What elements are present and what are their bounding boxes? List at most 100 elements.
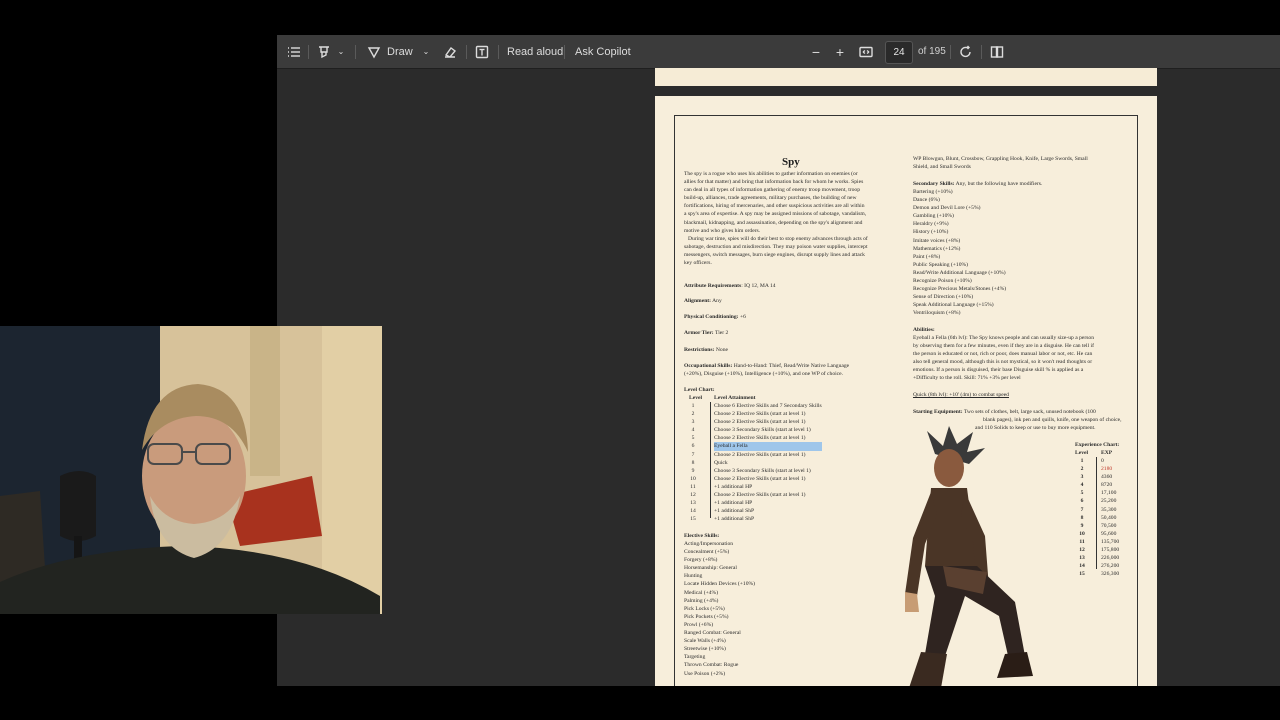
exp-value: 25,200: [1101, 498, 1117, 505]
secondary-skill: Demon and Devil Lore (+5%): [913, 205, 981, 212]
fit-page-icon[interactable]: [858, 35, 874, 68]
level-attainment: Choose 2 Elective Skills (start at level…: [714, 475, 806, 482]
attribute-requirements: Attribute Requirements: IQ 12, MA 14: [684, 283, 776, 289]
level-number: 7: [691, 451, 695, 458]
ability-line: Eyeball a Fella (6th lvl): The Spy knows…: [913, 335, 1095, 341]
page-number-input[interactable]: 24: [885, 41, 913, 64]
read-aloud-button[interactable]: Read aloud: [507, 35, 563, 68]
secondary-skill: Sense of Direction (+10%): [913, 294, 974, 301]
level-number: 15: [690, 516, 696, 523]
highlight-icon[interactable]: [315, 35, 333, 68]
level-number: 2: [691, 411, 695, 418]
elective-skill: Streetwise (+10%): [684, 646, 726, 653]
exp-level-list: 1 2 3 4 5 6 7 8 9 10 11 12 13 14 15: [1075, 457, 1089, 578]
page-total: of 195: [918, 46, 946, 57]
secondary-skill: Heraldry (+9%): [913, 221, 949, 228]
experience-chart-label: Experience Chart:: [1075, 442, 1120, 448]
pdf-page: Spy The spy is a rogue who uses his abil…: [655, 96, 1157, 686]
ability-line: the person is educated or not, rich or p…: [913, 351, 1093, 358]
intro-line: messengers, switch messages, burn siege …: [684, 251, 865, 258]
weapon-proficiencies: WP Blowgun, Blunt, Crossbow, Grappling H…: [913, 156, 1088, 171]
level-attainment: Choose 2 Elective Skills (start at level…: [714, 435, 806, 442]
quick-ability: Quick (8th lvl): +10' (4m) to combat spe…: [913, 392, 1009, 398]
level-chart-label: Level Chart:: [684, 387, 715, 393]
exp-value: 4360: [1101, 474, 1113, 481]
abilities-text: Eyeball a Fella (6th lvl): The Spy knows…: [913, 334, 1094, 383]
contents-icon[interactable]: [285, 35, 303, 68]
elective-skill: Horsemanship: General: [684, 565, 737, 572]
level-number: 9: [691, 467, 695, 474]
elective-skill: Ranged Combat: General: [684, 630, 741, 637]
elective-skill: Use Poison (+2%): [684, 670, 726, 677]
draw-button[interactable]: Draw: [387, 35, 413, 68]
elective-skills-list: Acting/Impersonation Concealment (+5%) For…: [684, 540, 755, 678]
page-view-icon[interactable]: [988, 35, 1006, 68]
armor-tier: Armor Tier: Tier 2: [684, 330, 729, 336]
alignment: Alignment: Any: [684, 298, 722, 304]
text-box-icon[interactable]: [473, 35, 491, 68]
secondary-skill: Bartering (+10%): [913, 189, 953, 195]
secondary-skills-header: Secondary Skills: Any, but the following…: [913, 181, 1043, 187]
intro-line: sabotage, destruction and misdirection. …: [684, 243, 868, 250]
exp-level: 1: [1080, 458, 1084, 464]
exp-value: 326,300: [1101, 571, 1120, 578]
draw-chevron-down-icon[interactable]: ⌄: [420, 35, 432, 68]
intro-line: build-up, alliances, trade agreements, m…: [684, 195, 857, 202]
secondary-skill: Recognize Precious Metals/Stones (+4%): [913, 286, 1007, 293]
secondary-skill: History (+10%): [913, 229, 949, 236]
zoom-out-icon[interactable]: −: [809, 35, 823, 68]
level-list: 1 2 3 4 5 6 7 8 9 10 11 12 13 14 15: [688, 402, 698, 523]
exp-value: 95,600: [1101, 530, 1117, 537]
level-number: 8: [691, 459, 695, 466]
elective-skill: Acting/Impersonation: [684, 541, 734, 547]
secondary-skill: Recognize Poison (+10%): [913, 278, 972, 285]
occupational-skills: Occupational Skills: Hand-to-Hand: Thief…: [684, 363, 850, 378]
elective-skill: Palming (+4%): [684, 597, 719, 604]
intro-line: fortifications, hiring of mercenaries, a…: [684, 203, 865, 210]
level-number: 12: [690, 492, 696, 499]
intro-line: a spy's area of expertise. A spy may be …: [684, 211, 867, 218]
exp-value: 70,500: [1101, 522, 1117, 529]
exp-value: 35,300: [1101, 506, 1117, 513]
secondary-skill: Gambling (+10%): [913, 213, 954, 220]
intro-paragraph: The spy is a rogue who uses his abilitie…: [684, 170, 868, 267]
ability-line: by observing them for a few minutes, eve…: [913, 343, 1094, 350]
exp-level: 15: [1079, 571, 1085, 578]
exp-level: 5: [1080, 490, 1084, 497]
level-attainment: Choose 2 Elective Skills (start at level…: [714, 419, 806, 426]
exp-level: 10: [1079, 530, 1085, 537]
elective-skills-label: Elective Skills:: [684, 533, 720, 539]
abilities-label: Abilities:: [913, 327, 935, 333]
draw-icon[interactable]: [366, 35, 382, 68]
intro-line: motive and who gives him orders.: [684, 227, 761, 234]
exp-level: 12: [1079, 547, 1085, 554]
exp-level-header: Level: [1075, 450, 1089, 456]
level-attainment: Choose 2 Elective Skills (start at level…: [714, 451, 806, 458]
level-attainment: Eyeball a Fella: [714, 442, 822, 451]
secondary-skill: Public Speaking (+10%): [913, 261, 969, 268]
intro-line: allies for that matter) and bring that i…: [684, 179, 864, 186]
elective-skill: Locate Hidden Devices (+10%): [684, 581, 756, 588]
ability-line: +Difficulty to the roll. Skill: 71% +3% …: [913, 375, 1021, 382]
highlight-chevron-down-icon[interactable]: ⌄: [335, 35, 347, 68]
elective-skill: Scale Walls (+4%): [684, 638, 726, 645]
elective-skill: Prowl (+6%): [684, 621, 714, 628]
intro-line: blackmail, kidnapping, and assassination…: [684, 219, 863, 226]
level-chart-divider: [710, 402, 711, 518]
exp-level: 8: [1080, 514, 1084, 521]
eraser-icon[interactable]: [441, 35, 459, 68]
level-attainment: +1 additional ShP: [714, 516, 755, 523]
exp-level: 13: [1079, 555, 1085, 562]
rotate-icon[interactable]: [957, 35, 975, 68]
secondary-skill: Read/Write Additional Language (+10%): [913, 269, 1006, 276]
zoom-in-icon[interactable]: +: [833, 35, 847, 68]
exp-value: 2180: [1101, 466, 1113, 473]
page-title: Spy: [782, 156, 800, 168]
spy-character-illustration: [905, 426, 1033, 686]
level-attainment: +1 additional HP: [714, 483, 753, 490]
ability-line: also tell general mood, although this is…: [913, 359, 1093, 366]
exp-level: 9: [1080, 522, 1084, 529]
attainment-list: Choose 6 Elective Skills and 7 Secondary…: [714, 402, 822, 523]
ask-copilot-button[interactable]: Ask Copilot: [575, 35, 631, 68]
pdf-toolbar: ⌄ Draw ⌄ Read aloud Ask Copilot − + 24 o…: [277, 35, 1280, 69]
